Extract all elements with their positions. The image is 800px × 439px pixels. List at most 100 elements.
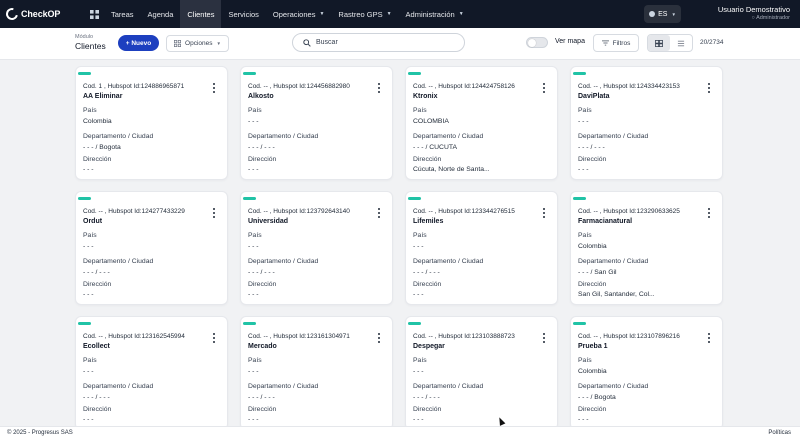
country-label: País bbox=[413, 107, 427, 114]
client-code: Cod. -- , Hubspot Id:123290633625 bbox=[578, 208, 680, 215]
address-label: Dirección bbox=[578, 281, 607, 288]
client-card[interactable]: Cod. -- , Hubspot Id:123161304971 Mercado… bbox=[240, 316, 393, 430]
client-card[interactable]: Cod. -- , Hubspot Id:123290633625 Farmaci… bbox=[570, 191, 723, 305]
client-card[interactable]: Cod. -- , Hubspot Id:124424758126 Ktronix… bbox=[405, 66, 558, 180]
chevron-down-icon: ▼ bbox=[671, 11, 676, 17]
region-label: Departamento / Ciudad bbox=[578, 383, 649, 390]
nav-item-label: Servicios bbox=[228, 9, 259, 19]
brand-logo[interactable]: CheckOP bbox=[3, 5, 66, 23]
card-accent-bar bbox=[78, 197, 91, 200]
client-name: Prueba 1 bbox=[578, 343, 608, 350]
search-input[interactable] bbox=[316, 39, 456, 46]
card-accent-bar bbox=[408, 197, 421, 200]
new-client-button[interactable]: + Nuevo bbox=[118, 35, 159, 51]
client-name: Ecollect bbox=[83, 343, 110, 350]
client-name: AA Eliminar bbox=[83, 93, 123, 100]
card-accent-bar bbox=[408, 72, 421, 75]
more-options-icon[interactable] bbox=[377, 208, 381, 218]
nav-item-label: Operaciones bbox=[272, 9, 316, 19]
client-card[interactable]: Cod. -- , Hubspot Id:123107896216 Prueba … bbox=[570, 316, 723, 430]
map-toggle[interactable] bbox=[526, 37, 548, 48]
client-card[interactable]: Cod. 1 , Hubspot Id:124886965871 AA Elimi… bbox=[75, 66, 228, 180]
nav-item-tareas[interactable]: Tareas bbox=[104, 0, 141, 28]
region-label: Departamento / Ciudad bbox=[248, 258, 319, 265]
client-card[interactable]: Cod. -- , Hubspot Id:124456882980 Alkosto… bbox=[240, 66, 393, 180]
more-options-icon[interactable] bbox=[707, 208, 711, 218]
home-grid-icon[interactable] bbox=[84, 0, 104, 28]
client-code: Cod. -- , Hubspot Id:123161304971 bbox=[248, 333, 350, 340]
client-name: Alkosto bbox=[248, 93, 274, 100]
more-options-icon[interactable] bbox=[542, 208, 546, 218]
filters-label: Filtros bbox=[612, 39, 631, 47]
address-value: - - - bbox=[578, 416, 589, 423]
client-name: Ktronix bbox=[413, 93, 438, 100]
client-card[interactable]: Cod. -- , Hubspot Id:123162545994 Ecollec… bbox=[75, 316, 228, 430]
nav-item-rastreo-gps[interactable]: Rastreo GPS ▼ bbox=[331, 0, 398, 28]
more-options-icon[interactable] bbox=[212, 83, 216, 93]
country-label: País bbox=[578, 357, 592, 364]
client-card[interactable]: Cod. -- , Hubspot Id:123103888723 Despega… bbox=[405, 316, 558, 430]
list-view-icon bbox=[677, 40, 685, 46]
nav-item-operaciones[interactable]: Operaciones ▼ bbox=[266, 0, 331, 28]
more-options-icon[interactable] bbox=[212, 333, 216, 343]
grid-view-button[interactable] bbox=[648, 35, 670, 51]
region-label: Departamento / Ciudad bbox=[83, 383, 154, 390]
country-value: - - - bbox=[248, 368, 259, 375]
user-menu[interactable]: Usuario Demostrativo ○ Administrador bbox=[718, 5, 790, 23]
region-value: - - - / San Gil bbox=[578, 269, 617, 276]
address-label: Dirección bbox=[413, 281, 442, 288]
client-name: Farmacianatural bbox=[578, 218, 633, 225]
user-role: ○ Administrador bbox=[751, 15, 790, 21]
list-view-button[interactable] bbox=[670, 35, 692, 51]
client-card[interactable]: Cod. -- , Hubspot Id:123792643140 Univers… bbox=[240, 191, 393, 305]
record-counter: 20/2734 bbox=[700, 39, 724, 46]
client-name: Lifemiles bbox=[413, 218, 444, 225]
more-options-icon[interactable] bbox=[707, 333, 711, 343]
nav-item-label: Administración bbox=[405, 9, 455, 19]
options-button[interactable]: Opciones ▼ bbox=[166, 35, 229, 52]
country-value: - - - bbox=[83, 368, 94, 375]
nav-item-servicios[interactable]: Servicios bbox=[221, 0, 265, 28]
view-mode-switch bbox=[647, 34, 693, 52]
region-value: - - - / - - - bbox=[413, 394, 440, 401]
address-value: - - - bbox=[83, 291, 94, 298]
region-value: - - - / - - - bbox=[578, 144, 605, 151]
more-options-icon[interactable] bbox=[542, 83, 546, 93]
country-label: País bbox=[578, 232, 592, 239]
more-options-icon[interactable] bbox=[377, 83, 381, 93]
toggle-knob bbox=[528, 39, 536, 47]
client-name: DaviPlata bbox=[578, 93, 610, 100]
map-toggle-label: Ver mapa bbox=[555, 38, 585, 45]
client-card[interactable]: Cod. -- , Hubspot Id:124277433229 Ordut Pa… bbox=[75, 191, 228, 305]
search-box[interactable] bbox=[292, 33, 465, 52]
more-options-icon[interactable] bbox=[707, 83, 711, 93]
card-accent-bar bbox=[243, 197, 256, 200]
more-options-icon[interactable] bbox=[542, 333, 546, 343]
brand-name: CheckOP bbox=[21, 9, 61, 19]
address-label: Dirección bbox=[413, 156, 442, 163]
address-value: - - - bbox=[248, 291, 259, 298]
footer: © 2025 - Progresus SAS Políticas bbox=[0, 426, 800, 439]
more-options-icon[interactable] bbox=[377, 333, 381, 343]
grid-view-icon bbox=[655, 39, 663, 47]
more-options-icon[interactable] bbox=[212, 208, 216, 218]
address-value: - - - bbox=[83, 416, 94, 423]
client-name: Ordut bbox=[83, 218, 103, 225]
client-card[interactable]: Cod. -- , Hubspot Id:124334423153 DaviPla… bbox=[570, 66, 723, 180]
filters-button[interactable]: Filtros bbox=[593, 34, 639, 52]
language-selector[interactable]: ES ▼ bbox=[644, 5, 681, 23]
country-label: País bbox=[413, 232, 427, 239]
client-code: Cod. -- , Hubspot Id:124334423153 bbox=[578, 83, 680, 90]
country-label: País bbox=[578, 107, 592, 114]
client-card[interactable]: Cod. -- , Hubspot Id:123344276515 Lifemil… bbox=[405, 191, 558, 305]
nav-item-agenda[interactable]: Agenda bbox=[141, 0, 181, 28]
nav-item-administraci-n[interactable]: Administración ▼ bbox=[399, 0, 471, 28]
region-label: Departamento / Ciudad bbox=[413, 383, 484, 390]
chevron-down-icon: ▼ bbox=[319, 11, 325, 17]
nav-item-clientes[interactable]: Clientes bbox=[180, 0, 222, 28]
globe-icon bbox=[649, 11, 656, 17]
address-label: Dirección bbox=[83, 406, 112, 413]
chevron-down-icon: ▼ bbox=[458, 11, 464, 17]
policies-link[interactable]: Políticas bbox=[768, 430, 791, 436]
address-value: - - - bbox=[413, 291, 424, 298]
